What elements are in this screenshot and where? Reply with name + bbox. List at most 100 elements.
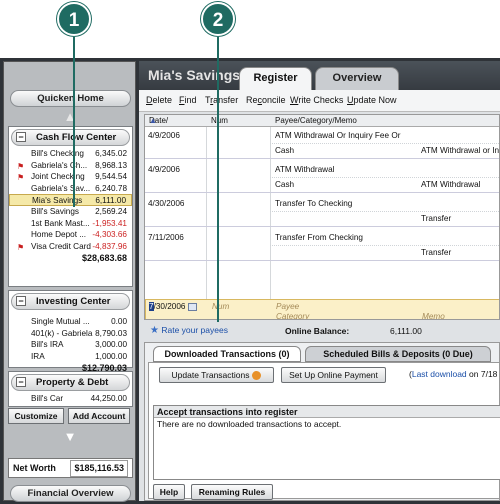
num-column-header[interactable]: Num [211,115,228,127]
update-now-menu[interactable]: Update Now [347,95,397,105]
account-name: Single Mutual ... [31,317,90,326]
transaction-row[interactable]: 7/11/2006 Transfer From Checking Transfer [145,231,499,261]
account-row[interactable]: Single Mutual ... 0.00 [9,316,132,328]
account-row[interactable]: Bill's Savings 2,569.24 [9,206,132,218]
tab-overview[interactable]: Overview [315,67,399,90]
account-balance: 9,544.54 [95,172,127,182]
renaming-rules-button[interactable]: Renaming Rules [191,484,273,500]
account-row[interactable]: Boat 6,741.63 [9,405,132,407]
rate-payees-link[interactable]: ★ Rate your payees [150,325,228,336]
account-row[interactable]: ⚑ Visa Credit Card -4,837.96 [9,241,132,253]
flag-icon: ⚑ [17,242,25,252]
financial-overview-button[interactable]: Financial Overview [10,485,131,502]
account-row[interactable]: IRA 1,000.00 [9,351,132,363]
register-toolbar: Delete Find Transfer Reconcile Write Che… [139,90,500,112]
account-row[interactable]: 1st Bank Mast... -1,953.41 [9,218,132,230]
cash-flow-center-section: − Cash Flow Center Bill's Checking 6,345.… [8,126,133,287]
account-name: Boat [31,406,48,407]
account-balance: -4,303.66 [92,230,127,240]
customize-button[interactable]: Customize [8,408,64,424]
set-up-online-payment-button[interactable]: Set Up Online Payment [281,367,386,383]
collapse-minus-icon[interactable]: − [16,377,26,387]
reconcile-menu[interactable]: Reconcile [246,95,286,105]
txn-memo: Transfer [421,214,452,223]
txn-payee: Transfer To Checking [275,199,353,208]
property-debt-section: − Property & Debt Bill's Car 44,250.00 Boa… [8,371,133,407]
transfer-menu[interactable]: Transfer [205,95,238,105]
write-checks-menu[interactable]: Write Checks [290,95,343,105]
last-download-link[interactable]: Last download [412,369,467,379]
collapse-minus-icon[interactable]: − [16,132,26,142]
txn-date: 4/9/2006 [148,131,180,140]
transaction-row[interactable]: 4/9/2006 ATM Withdrawal Or Inquiry Fee Or… [145,129,499,159]
txn-category: Cash [275,180,295,189]
txn-payee: ATM Withdrawal Or Inquiry Fee Or [275,131,401,140]
account-name: Gabriela's Sav... [31,183,91,193]
calendar-icon[interactable] [187,302,197,311]
account-row[interactable]: Bill's IRA 3,000.00 [9,339,132,351]
account-row[interactable]: 401(k) - Gabriela 8,790.03 [9,328,132,340]
txn-category: Cash [275,146,295,155]
tab-register[interactable]: Register [239,67,312,90]
txn-date: 7/11/2006 [148,233,184,242]
accept-transactions-title: Accept transactions into register [154,406,500,418]
tab-scheduled-bills[interactable]: Scheduled Bills & Deposits (0 Due) [305,346,491,362]
txn-memo: Transfer [421,248,452,257]
account-balance: 2,569.24 [95,206,127,216]
account-name: Bill's Checking [31,149,84,158]
transaction-row[interactable]: 4/30/2006 Transfer To Checking Transfer [145,197,499,227]
register-table: Date/ ▲ Num Payee/Category/Memo 4/9/2006… [144,114,500,320]
account-row[interactable]: Home Depot ... -4,303.66 [9,229,132,241]
collapse-minus-icon[interactable]: − [16,296,26,306]
tab-downloaded-transactions[interactable]: Downloaded Transactions (0) [153,346,301,362]
cash-flow-center-title: Cash Flow Center [36,132,117,143]
delete-menu[interactable]: Delete [146,95,172,105]
account-title: Mia's Savings [148,67,241,83]
callout-1: 1 [57,2,91,36]
num-field[interactable]: Num [212,302,229,311]
payee-field[interactable]: Payee [276,302,299,311]
update-transactions-button[interactable]: Update Transactions [159,367,274,383]
cash-flow-center-header[interactable]: − Cash Flow Center [11,129,130,146]
account-balance: 6,741.63 [95,405,127,407]
add-account-button[interactable]: Add Account [68,408,130,424]
account-row[interactable]: Mia's Savings 6,111.00 [9,194,132,206]
new-transaction-row[interactable]: 7/30/2006 Num Payee Category Memo [145,299,499,319]
no-transactions-message: There are no downloaded transactions to … [157,419,342,429]
transaction-row[interactable]: 4/9/2006 ATM Withdrawal Cash ATM Withdrawal [145,163,499,193]
online-balance-label: Online Balance: [285,326,350,336]
star-icon: ★ [150,325,159,336]
quicken-home-button[interactable]: Quicken Home [10,90,131,107]
investing-center-title: Investing Center [36,296,111,307]
memo-field[interactable]: Memo [422,312,445,319]
callout-2: 2 [201,2,235,36]
scroll-up-arrow-icon[interactable]: ▲ [62,110,78,124]
account-row[interactable]: ⚑ Gabriela's Ch... 8,968.13 [9,160,132,172]
account-row[interactable]: Bill's Car 44,250.00 [9,393,132,405]
account-name: Gabriela's Ch... [31,160,88,170]
account-balance: 8,968.13 [95,160,127,170]
help-button[interactable]: Help [153,484,185,500]
account-row[interactable]: Gabriela's Sav... 6,240.78 [9,183,132,195]
last-download-info: (Last download on 7/18 [409,369,498,379]
account-balance: -1,953.41 [92,218,127,228]
txn-date: 4/9/2006 [148,165,180,174]
online-balance-value: 6,111.00 [390,326,422,336]
txn-payee: ATM Withdrawal [275,165,335,174]
account-row[interactable]: ⚑ Joint Checking 9,544.54 [9,171,132,183]
account-name: Home Depot ... [31,230,87,240]
account-balance: 8,790.03 [95,328,127,338]
register-title-bar: Mia's Savings Register Overview [139,61,500,90]
account-balance: 6,345.02 [95,149,127,158]
category-field[interactable]: Category [276,312,309,319]
property-debt-header[interactable]: − Property & Debt [11,374,130,391]
investing-center-header[interactable]: − Investing Center [11,293,130,310]
payee-column-header[interactable]: Payee/Category/Memo [275,115,357,127]
net-worth-label: Net Worth [13,463,56,473]
account-row[interactable]: Bill's Checking 6,345.02 [9,148,132,160]
account-name: IRA [31,351,45,361]
find-menu[interactable]: Find [179,95,197,105]
scroll-down-arrow-icon[interactable]: ▼ [62,430,78,444]
new-date-field[interactable]: 7/30/2006 [149,302,197,311]
account-balance: 44,250.00 [90,394,127,403]
